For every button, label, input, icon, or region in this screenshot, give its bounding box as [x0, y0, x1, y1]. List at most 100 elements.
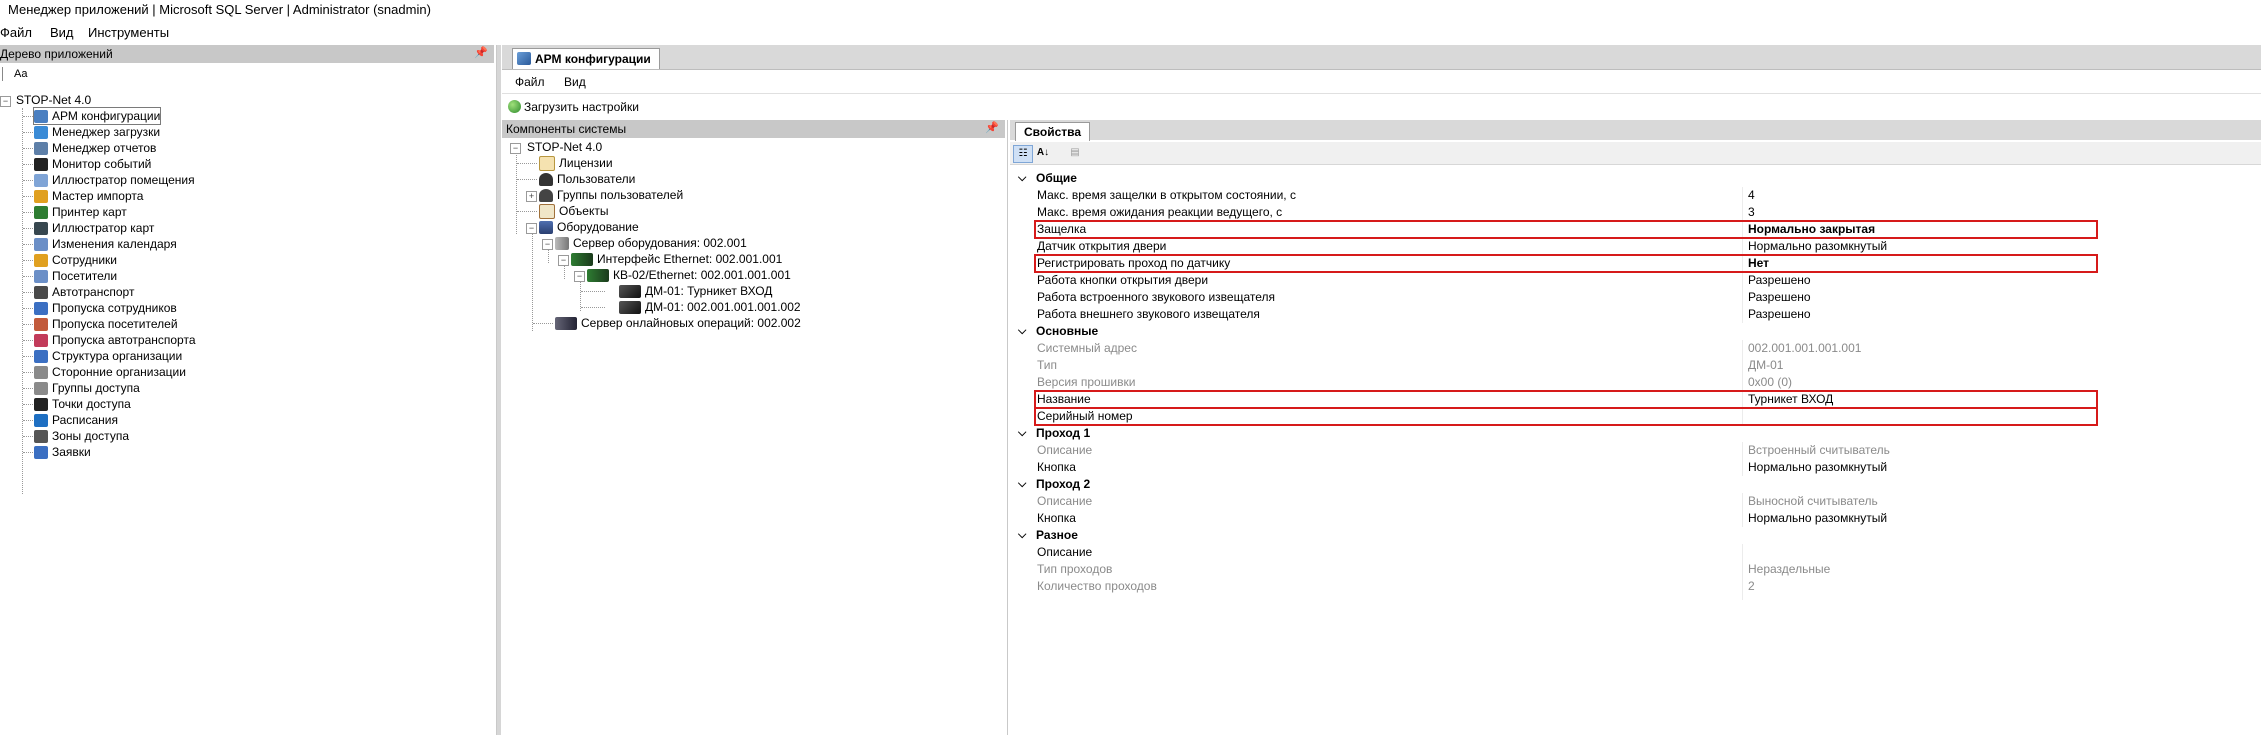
load-settings-button[interactable]: Загрузить настройки	[502, 96, 2261, 118]
property-category[interactable]: ⌵ Основные	[1010, 323, 2261, 340]
component-root[interactable]: STOP-Net 4.0	[527, 139, 602, 155]
component-licenses[interactable]: Лицензии	[539, 155, 613, 172]
property-value[interactable]: 4	[1748, 187, 1755, 204]
tab-properties[interactable]: Свойства	[1015, 122, 1091, 141]
chevron-down-icon[interactable]: ⌵	[1018, 323, 1026, 340]
app-item-7[interactable]: Иллюстратор карт	[34, 220, 154, 236]
property-value[interactable]: 3	[1748, 204, 1755, 221]
property-row[interactable]: Регистрировать проход по датчику Нет	[1010, 255, 2261, 272]
component-user-groups[interactable]: Группы пользователей	[539, 187, 683, 203]
pin-icon[interactable]: 📌	[985, 121, 999, 134]
property-value[interactable]: Нераздельные	[1748, 561, 1830, 578]
component-users[interactable]: Пользователи	[539, 171, 635, 187]
property-value[interactable]: ДМ-01	[1748, 357, 1783, 374]
property-pages-icon[interactable]: ▤	[1066, 145, 1084, 161]
property-value[interactable]: Турникет ВХОД	[1748, 391, 1833, 408]
property-value[interactable]: Нормально разомкнутый	[1748, 510, 1887, 527]
app-item-8[interactable]: Изменения календаря	[34, 236, 177, 252]
property-row[interactable]: Работа внешнего звукового извещателя Разр…	[1010, 306, 2261, 323]
app-item-11[interactable]: Автотранспорт	[34, 284, 134, 300]
component-kv02-controller[interactable]: КВ-02/Ethernet: 002.001.001.001	[587, 267, 791, 283]
property-value[interactable]: Разрешено	[1748, 306, 1811, 323]
property-value[interactable]: Нет	[1748, 255, 1769, 272]
menu-view[interactable]: Вид	[50, 25, 74, 40]
chevron-down-icon[interactable]: ⌵	[1018, 476, 1026, 493]
property-row[interactable]: Кнопка Нормально разомкнутый	[1010, 459, 2261, 476]
menu-tools[interactable]: Инструменты	[88, 25, 169, 40]
app-item-18[interactable]: Точки доступа	[34, 396, 131, 412]
property-value[interactable]: Нормально закрытая	[1748, 221, 1875, 238]
property-value[interactable]: Разрешено	[1748, 289, 1811, 306]
categorized-icon[interactable]: ☷	[1013, 145, 1033, 163]
app-item-1[interactable]: Менеджер загрузки	[34, 124, 160, 140]
app-item-10[interactable]: Посетители	[34, 268, 117, 284]
app-item-2[interactable]: Менеджер отчетов	[34, 140, 156, 156]
app-item-14[interactable]: Пропуска автотранспорта	[34, 332, 196, 348]
component-objects[interactable]: Объекты	[539, 203, 609, 220]
tree-root-stop-net[interactable]: STOP-Net 4.0	[16, 92, 91, 108]
app-item-21[interactable]: Заявки	[34, 444, 91, 460]
property-row[interactable]: Защелка Нормально закрытая	[1010, 221, 2261, 238]
menu-file[interactable]: Файл	[0, 25, 32, 40]
app-item-12[interactable]: Пропуска сотрудников	[34, 300, 177, 316]
app-item-13[interactable]: Пропуска посетителей	[34, 316, 178, 332]
app-item-17[interactable]: Группы доступа	[34, 380, 140, 396]
app-item-15[interactable]: Структура организации	[34, 348, 182, 364]
component-dm01-turnstile[interactable]: ДМ-01: Турникет ВХОД	[619, 283, 772, 299]
app-item-6[interactable]: Принтер карт	[34, 204, 127, 220]
pin-icon[interactable]: 📌	[474, 46, 488, 59]
app-item-16[interactable]: Сторонние организации	[34, 364, 186, 380]
property-row[interactable]: Версия прошивки 0x00 (0)	[1010, 374, 2261, 391]
app-item-9[interactable]: Сотрудники	[34, 252, 117, 268]
property-row[interactable]: Серийный номер	[1010, 408, 2261, 425]
app-item-0[interactable]: АРМ конфигурации	[32, 107, 162, 125]
font-size-icon[interactable]: Aa	[14, 68, 27, 80]
property-row[interactable]: Датчик открытия двери Нормально разомкнут…	[1010, 238, 2261, 255]
property-row[interactable]: Кнопка Нормально разомкнутый	[1010, 510, 2261, 527]
property-category[interactable]: ⌵ Проход 2	[1010, 476, 2261, 493]
component-ethernet-interface[interactable]: Интерфейс Ethernet: 002.001.001	[571, 251, 782, 267]
property-row[interactable]: Название Турникет ВХОД	[1010, 391, 2261, 408]
app-item-5[interactable]: Мастер импорта	[34, 188, 143, 204]
component-online-server[interactable]: Сервер онлайновых операций: 002.002	[555, 315, 801, 331]
app-item-4[interactable]: Иллюстратор помещения	[34, 172, 195, 188]
property-row[interactable]: Макс. время ожидания реакции ведущего, с…	[1010, 204, 2261, 221]
property-value[interactable]: Выносной считыватель	[1748, 493, 1878, 510]
property-row[interactable]: Работа кнопки открытия двери Разрешено	[1010, 272, 2261, 289]
property-value[interactable]: Нормально разомкнутый	[1748, 459, 1887, 476]
property-category[interactable]: ⌵ Общие	[1010, 170, 2261, 187]
property-row[interactable]: Работа встроенного звукового извещателя Р…	[1010, 289, 2261, 306]
inner-menu-view[interactable]: Вид	[564, 75, 586, 89]
expand-icon[interactable]: +	[526, 191, 537, 202]
panel-splitter[interactable]	[497, 45, 501, 735]
collapse-icon[interactable]: −	[0, 96, 11, 107]
property-row[interactable]: Описание Выносной считыватель	[1010, 493, 2261, 510]
component-equipment[interactable]: Оборудование	[539, 219, 639, 235]
app-item-3[interactable]: Монитор событий	[34, 156, 151, 172]
property-value[interactable]: Разрешено	[1748, 272, 1811, 289]
property-value[interactable]: 2	[1748, 578, 1755, 595]
sort-alphabetical-icon[interactable]: A↓	[1034, 145, 1052, 161]
property-value[interactable]: 002.001.001.001.001	[1748, 340, 1861, 357]
chevron-down-icon[interactable]: ⌵	[1018, 425, 1026, 442]
property-value[interactable]: Встроенный считыватель	[1748, 442, 1890, 459]
property-category[interactable]: ⌵ Разное	[1010, 527, 2261, 544]
property-row[interactable]: Тип ДМ-01	[1010, 357, 2261, 374]
app-item-19[interactable]: Расписания	[34, 412, 118, 428]
sort-icon[interactable]	[2, 67, 11, 81]
chevron-down-icon[interactable]: ⌵	[1018, 527, 1026, 544]
property-value[interactable]: Нормально разомкнутый	[1748, 238, 1887, 255]
app-item-20[interactable]: Зоны доступа	[34, 428, 129, 444]
property-row[interactable]: Описание Встроенный считыватель	[1010, 442, 2261, 459]
property-row[interactable]: Количество проходов 2	[1010, 578, 2261, 595]
component-hardware-server[interactable]: Сервер оборудования: 002.001	[555, 235, 747, 251]
property-value[interactable]: 0x00 (0)	[1748, 374, 1792, 391]
property-row[interactable]: Описание	[1010, 544, 2261, 561]
property-category[interactable]: ⌵ Проход 1	[1010, 425, 2261, 442]
chevron-down-icon[interactable]: ⌵	[1018, 170, 1026, 187]
component-dm01-second[interactable]: ДМ-01: 002.001.001.001.002	[619, 299, 801, 315]
property-row[interactable]: Системный адрес 002.001.001.001.001	[1010, 340, 2261, 357]
tab-config-workstation[interactable]: АРМ конфигурации	[512, 48, 660, 69]
property-row[interactable]: Тип проходов Нераздельные	[1010, 561, 2261, 578]
property-row[interactable]: Макс. время защелки в открытом состоянии…	[1010, 187, 2261, 204]
